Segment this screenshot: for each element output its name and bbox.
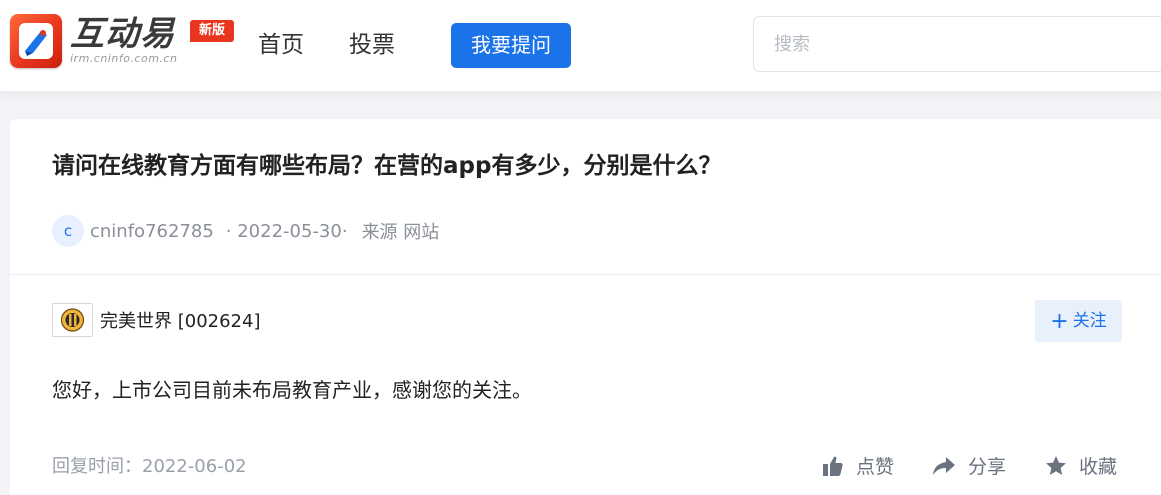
question-meta: c cninfo762785 · 2022-05-30· 来源 网站 [52, 214, 439, 248]
follow-label: 关注 [1072, 311, 1107, 331]
divider [10, 274, 1161, 275]
top-header: 互动易 irm.cninfo.com.cn 新版 首页 投票 我要提问 [0, 0, 1161, 91]
user-avatar[interactable]: c [52, 215, 84, 247]
new-version-badge: 新版 [190, 20, 234, 42]
reply-time: 回复时间：2022-06-02 [52, 456, 247, 477]
company-name[interactable]: 完美世界 [002624] [100, 307, 260, 333]
follow-button[interactable]: + 关注 [1035, 300, 1122, 342]
nav-vote-link[interactable]: 投票 [349, 28, 395, 62]
logo-subtext: irm.cninfo.com.cn [70, 52, 178, 65]
share-arrow-icon [933, 456, 955, 475]
question-user[interactable]: cninfo762785 [90, 221, 214, 242]
company-info: 完美世界 [002624] [52, 303, 260, 337]
company-logo-icon[interactable] [52, 303, 93, 337]
ask-question-button[interactable]: 我要提问 [451, 23, 571, 68]
question-card: 请问在线教育方面有哪些布局？在营的app有多少，分别是什么？ c cninfo7… [10, 119, 1161, 495]
search-input[interactable] [753, 16, 1161, 72]
share-button[interactable]: 分享 [932, 452, 1006, 479]
favorite-label: 收藏 [1079, 456, 1118, 478]
logo-text[interactable]: 互动易 [70, 14, 175, 54]
plus-icon: + [1050, 309, 1069, 334]
nav-home-link[interactable]: 首页 [258, 28, 304, 62]
logo-icon[interactable] [10, 14, 62, 68]
answer-text: 您好，上市公司目前未布局教育产业，感谢您的关注。 [52, 378, 532, 402]
favorite-button[interactable]: 收藏 [1045, 452, 1117, 479]
share-label: 分享 [968, 456, 1007, 478]
question-title: 请问在线教育方面有哪些布局？在营的app有多少，分别是什么？ [52, 153, 722, 179]
thumbs-up-icon [823, 456, 843, 476]
star-icon [1046, 455, 1066, 475]
question-source: 来源 网站 [361, 222, 440, 243]
question-date: · 2022-05-30· [225, 220, 348, 242]
like-button[interactable]: 点赞 [822, 452, 894, 479]
like-label: 点赞 [856, 456, 895, 478]
